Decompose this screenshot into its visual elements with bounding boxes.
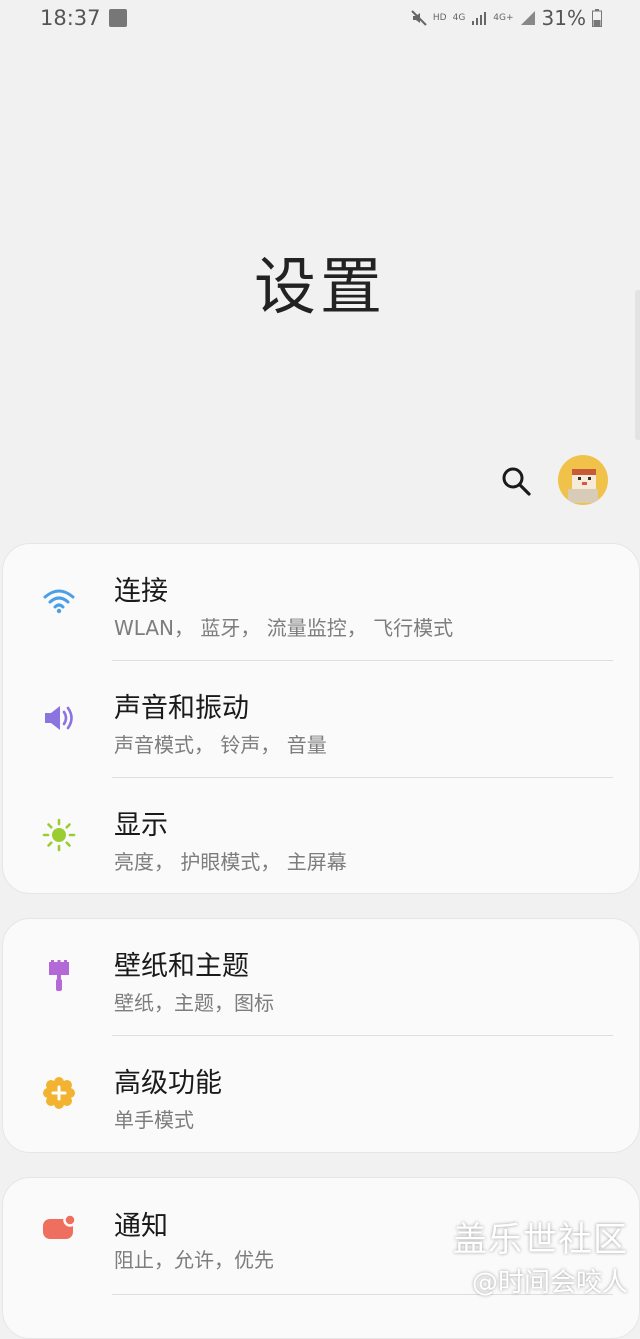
item-title: 声音和振动: [114, 693, 249, 724]
mute-icon: [411, 10, 427, 26]
wifi-icon: [43, 589, 75, 614]
item-subtitle: 声音模式， 铃声， 音量: [114, 733, 327, 757]
item-subtitle: WLAN， 蓝牙， 流量监控， 飞行模式: [114, 616, 454, 640]
item-subtitle: 亮度， 护眼模式， 主屏幕: [114, 850, 347, 874]
item-subtitle: 阻止，允许，优先: [114, 1248, 274, 1272]
status-time: 18:37: [40, 6, 101, 30]
avatar-image: [568, 469, 598, 503]
item-title: 高级功能: [114, 1068, 222, 1099]
settings-item-sound[interactable]: 声音和振动 声音模式， 铃声， 音量: [3, 661, 639, 778]
battery-percent: 31%: [541, 6, 586, 30]
speaker-icon: [45, 706, 73, 730]
search-icon[interactable]: [500, 465, 532, 497]
settings-item-display[interactable]: 显示 亮度， 护眼模式， 主屏幕: [3, 778, 639, 893]
signal-icon: [520, 11, 535, 25]
settings-card-1: 连接 WLAN， 蓝牙， 流量监控， 飞行模式 声音和振动 声音模式， 铃声， …: [2, 543, 640, 894]
settings-item-advanced[interactable]: 高级功能 单手模式: [3, 1036, 639, 1152]
status-right: HD 4G 4G+ 31%: [411, 6, 602, 30]
brightness-icon: [42, 818, 76, 852]
gear-plus-icon: [43, 1077, 75, 1109]
item-title: 壁纸和主题: [114, 951, 249, 982]
settings-item-wallpaper[interactable]: 壁纸和主题 壁纸，主题，图标: [3, 919, 639, 1036]
page-title: 设置: [253, 250, 386, 323]
battery-icon: [592, 9, 602, 27]
item-title: 显示: [114, 810, 168, 841]
wifi-status-icon: [109, 9, 127, 27]
network-label-1: 4G: [452, 13, 466, 23]
network-label-2: 4G+: [493, 13, 514, 23]
settings-item-connections[interactable]: 连接 WLAN， 蓝牙， 流量监控， 飞行模式: [3, 544, 639, 661]
watermark-title: 盖乐世社区: [453, 1220, 628, 1260]
hd-label: HD: [432, 13, 447, 23]
watermark-author: @时间会咬人: [471, 1268, 628, 1298]
item-title: 通知: [114, 1211, 168, 1242]
scroll-edge: [635, 290, 640, 440]
item-subtitle: 壁纸，主题，图标: [114, 991, 274, 1015]
item-subtitle: 单手模式: [114, 1108, 194, 1132]
item-title: 连接: [114, 576, 168, 607]
settings-card-2: 壁纸和主题 壁纸，主题，图标 高级功能 单手模式: [2, 918, 640, 1153]
brush-icon: [49, 960, 69, 991]
signal-icon: [472, 12, 487, 25]
notification-icon: [43, 1213, 77, 1239]
status-bar: 18:37 HD 4G 4G+ 31%: [0, 0, 640, 40]
avatar[interactable]: [558, 455, 608, 505]
